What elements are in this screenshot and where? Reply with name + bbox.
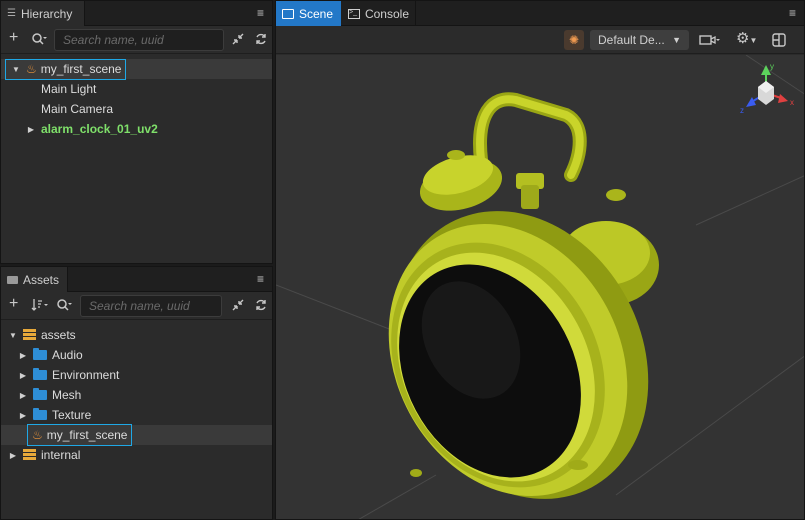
scene-asset-highlight: ♨ my_first_scene (27, 424, 133, 446)
lighting-toggle-button[interactable]: ✺ (564, 30, 584, 50)
scene-node-highlight: ▼ ♨ my_first_scene (5, 58, 127, 80)
alarm-clock-model (388, 92, 659, 499)
asset-label: Environment (52, 368, 120, 382)
hierarchy-panel: ☰ Hierarchy ≡ + ▼ ♨ my_first_scene Main … (0, 0, 273, 264)
chevron-down-icon: ▼ (672, 35, 681, 45)
assets-panel: Assets ≡ + ▼ assets ▶ Audio ▶ (0, 266, 273, 520)
console-icon: >_ (348, 8, 360, 19)
sun-icon: ✺ (568, 33, 580, 47)
assets-tabbar: Assets ≡ (1, 267, 272, 292)
folder-icon (33, 368, 47, 380)
scene-canvas[interactable] (276, 55, 804, 519)
expand-arrow-icon[interactable]: ▶ (25, 125, 37, 134)
layout-icon[interactable] (772, 33, 786, 51)
assets-menu-icon[interactable]: ≡ (257, 272, 264, 286)
camera-settings-icon[interactable] (699, 33, 721, 51)
layer-dropdown[interactable]: Default De... ▼ (590, 30, 689, 50)
tree-node-label: Main Light (41, 82, 97, 96)
expand-arrow-icon[interactable]: ▶ (17, 371, 29, 380)
refresh-icon[interactable] (254, 298, 268, 316)
collapse-all-icon[interactable] (231, 32, 245, 50)
orientation-gizmo[interactable]: y x z (736, 61, 796, 121)
folder-tab-icon (7, 275, 18, 284)
expand-arrow-icon[interactable]: ▼ (7, 331, 19, 340)
asset-label: Texture (52, 408, 92, 422)
tree-node-label: my_first_scene (40, 62, 122, 76)
sort-icon[interactable] (31, 298, 49, 316)
add-icon[interactable]: + (9, 296, 18, 312)
asset-folder-environment[interactable]: ▶ Environment (1, 365, 272, 385)
asset-db-assets[interactable]: ▼ assets (1, 325, 272, 345)
scene-flame-icon: ♨ (26, 62, 37, 76)
search-type-icon[interactable] (56, 298, 72, 316)
tab-hierarchy[interactable]: ☰ Hierarchy (1, 1, 85, 26)
layer-dropdown-label: Default De... (598, 33, 665, 47)
hierarchy-search-input[interactable] (54, 29, 224, 51)
folder-icon (33, 408, 47, 420)
hierarchy-menu-icon[interactable]: ≡ (257, 6, 264, 20)
hierarchy-tree: ▼ ♨ my_first_scene Main Light Main Camer… (1, 56, 272, 263)
tree-node-label: alarm_clock_01_uv2 (41, 122, 158, 136)
asset-label: my_first_scene (46, 428, 128, 442)
tab-assets-label: Assets (23, 272, 60, 287)
search-type-icon[interactable] (31, 32, 47, 50)
gear-icon[interactable]: ⚙▼ (736, 31, 757, 49)
assets-search-input[interactable] (80, 295, 222, 317)
expand-arrow-icon[interactable]: ▶ (7, 451, 19, 460)
tree-node-label: Main Camera (41, 102, 114, 116)
tab-console-label: Console (364, 6, 409, 21)
expand-arrow-icon[interactable]: ▶ (17, 351, 29, 360)
scene-toolbar: ✺ Default De... ▼ ⚙▼ (276, 26, 804, 54)
database-icon (23, 449, 36, 461)
assets-tree: ▼ assets ▶ Audio ▶ Environment ▶ Mesh ▶ … (1, 322, 272, 519)
refresh-icon[interactable] (254, 32, 268, 50)
scene-viewport[interactable]: y x z (276, 55, 804, 519)
asset-folder-texture[interactable]: ▶ Texture (1, 405, 272, 425)
gizmo-x-label: x (790, 98, 794, 107)
tab-scene-label: Scene (299, 6, 334, 21)
scene-panel: Scene >_ Console ≡ ✺ Default De... ▼ ⚙▼ (275, 0, 805, 520)
tree-node-main-light[interactable]: Main Light (1, 79, 272, 99)
asset-folder-mesh[interactable]: ▶ Mesh (1, 385, 272, 405)
hierarchy-toolbar: + (1, 26, 272, 54)
tab-hierarchy-label: Hierarchy (20, 6, 73, 21)
tree-node-main-camera[interactable]: Main Camera (1, 99, 272, 119)
gizmo-z-label: z (740, 106, 744, 115)
collapse-all-icon[interactable] (231, 298, 245, 316)
folder-icon (33, 348, 47, 360)
scene-flame-icon: ♨ (32, 428, 43, 442)
tab-assets[interactable]: Assets (1, 267, 68, 292)
gizmo-x-arrow (778, 94, 788, 103)
hierarchy-tabbar: ☰ Hierarchy ≡ (1, 1, 272, 26)
expand-arrow-icon[interactable]: ▶ (17, 411, 29, 420)
tab-scene[interactable]: Scene (276, 1, 341, 26)
asset-folder-audio[interactable]: ▶ Audio (1, 345, 272, 365)
scene-tab-icon (282, 8, 294, 19)
gizmo-z-arrow (746, 97, 756, 107)
scene-menu-icon[interactable]: ≡ (789, 6, 796, 20)
expand-arrow-icon[interactable]: ▼ (10, 65, 22, 74)
gizmo-y-label: y (770, 62, 774, 71)
tree-node-scene[interactable]: ▼ ♨ my_first_scene (1, 58, 272, 80)
asset-label: assets (41, 328, 76, 342)
asset-label: internal (41, 448, 81, 462)
assets-toolbar: + (1, 292, 272, 320)
asset-scene-file[interactable]: ♨ my_first_scene (1, 424, 272, 446)
scene-tabbar: Scene >_ Console ≡ (276, 1, 804, 26)
asset-label: Audio (52, 348, 83, 362)
asset-label: Mesh (52, 388, 82, 402)
database-icon (23, 329, 36, 341)
expand-arrow-icon[interactable]: ▶ (17, 391, 29, 400)
hierarchy-icon: ☰ (7, 8, 16, 19)
tree-node-alarm-clock[interactable]: ▶ alarm_clock_01_uv2 (1, 119, 272, 139)
asset-db-internal[interactable]: ▶ internal (1, 445, 272, 465)
add-icon[interactable]: + (9, 30, 18, 46)
folder-icon (33, 388, 47, 400)
tab-console[interactable]: >_ Console (342, 1, 416, 26)
